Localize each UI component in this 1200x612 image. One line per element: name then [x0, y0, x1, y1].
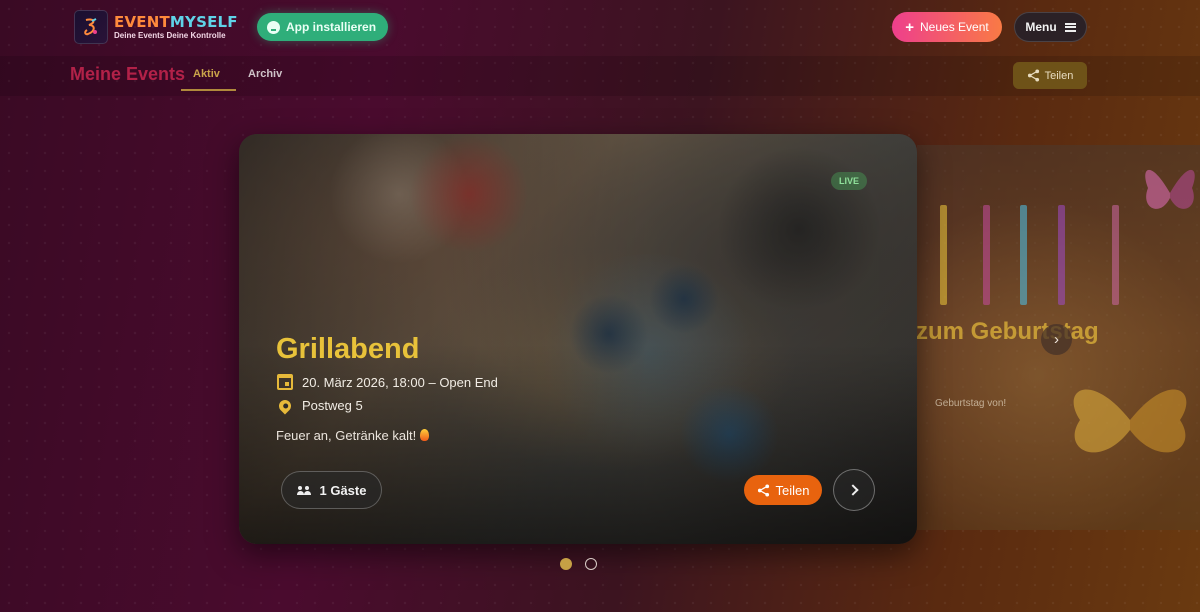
candle-decoration [1112, 205, 1119, 305]
event-date-row: 20. März 2026, 18:00 – Open End [277, 374, 498, 390]
app-header: EVENTMYSELF Deine Events Deine Kontrolle… [0, 0, 1200, 56]
calendar-icon [277, 374, 293, 390]
candle-decoration [1020, 205, 1027, 305]
tab-active-indicator [181, 89, 236, 91]
menu-button[interactable]: Menu [1014, 12, 1087, 42]
location-pin-icon [276, 397, 294, 414]
plus-icon: + [905, 18, 915, 36]
share-all-button[interactable]: Teilen [1013, 62, 1087, 89]
share-all-label: Teilen [1044, 69, 1074, 82]
download-icon [267, 20, 280, 34]
share-event-label: Teilen [775, 482, 810, 498]
hamburger-icon [1064, 22, 1076, 32]
share-icon [757, 483, 769, 497]
logo-tagline: Deine Events Deine Kontrolle [114, 30, 226, 40]
chevron-right-icon [846, 484, 859, 496]
share-icon [1027, 69, 1039, 82]
share-event-button[interactable]: Teilen [744, 475, 822, 505]
guests-label: 1 Gäste [319, 482, 367, 498]
app-logo[interactable]: EVENTMYSELF Deine Events Deine Kontrolle [74, 10, 238, 44]
next-event-subtitle: Geburtstag von! [935, 398, 1007, 409]
butterfly-icon [1073, 389, 1187, 453]
tab-aktiv[interactable]: Aktiv [193, 68, 220, 80]
install-app-button[interactable]: App installieren [257, 13, 389, 41]
chevron-right-icon: › [1054, 331, 1059, 348]
next-card-arrow-button[interactable]: › [1041, 324, 1072, 355]
new-event-label: Neues Event [920, 20, 989, 34]
carousel-dot-1[interactable] [560, 558, 572, 570]
event-location-row: Postweg 5 [276, 397, 363, 414]
next-event-button[interactable] [833, 469, 875, 511]
logo-name: EVENTMYSELF [114, 12, 238, 31]
event-description: Feuer an, Getränke kalt! [276, 428, 430, 443]
status-badge: LIVE [831, 172, 868, 190]
event-title: Grillabend [276, 333, 420, 365]
menu-label: Menu [1025, 20, 1057, 34]
candle-decoration [940, 205, 947, 305]
tab-archiv[interactable]: Archiv [248, 68, 282, 80]
candle-decoration [1058, 205, 1065, 305]
new-event-button[interactable]: + Neues Event [892, 12, 1002, 42]
guests-button[interactable]: 1 Gäste [281, 471, 382, 509]
candle-decoration [983, 205, 990, 305]
install-app-label: App installieren [286, 20, 377, 34]
people-icon [296, 485, 312, 495]
fire-icon [420, 429, 430, 441]
butterfly-icon [1145, 169, 1195, 209]
page-title: Meine Events [70, 64, 186, 84]
carousel-dot-2[interactable] [585, 558, 597, 570]
event-location: Postweg 5 [302, 398, 363, 413]
event-date: 20. März 2026, 18:00 – Open End [302, 374, 498, 390]
logo-mark-icon [74, 10, 108, 44]
